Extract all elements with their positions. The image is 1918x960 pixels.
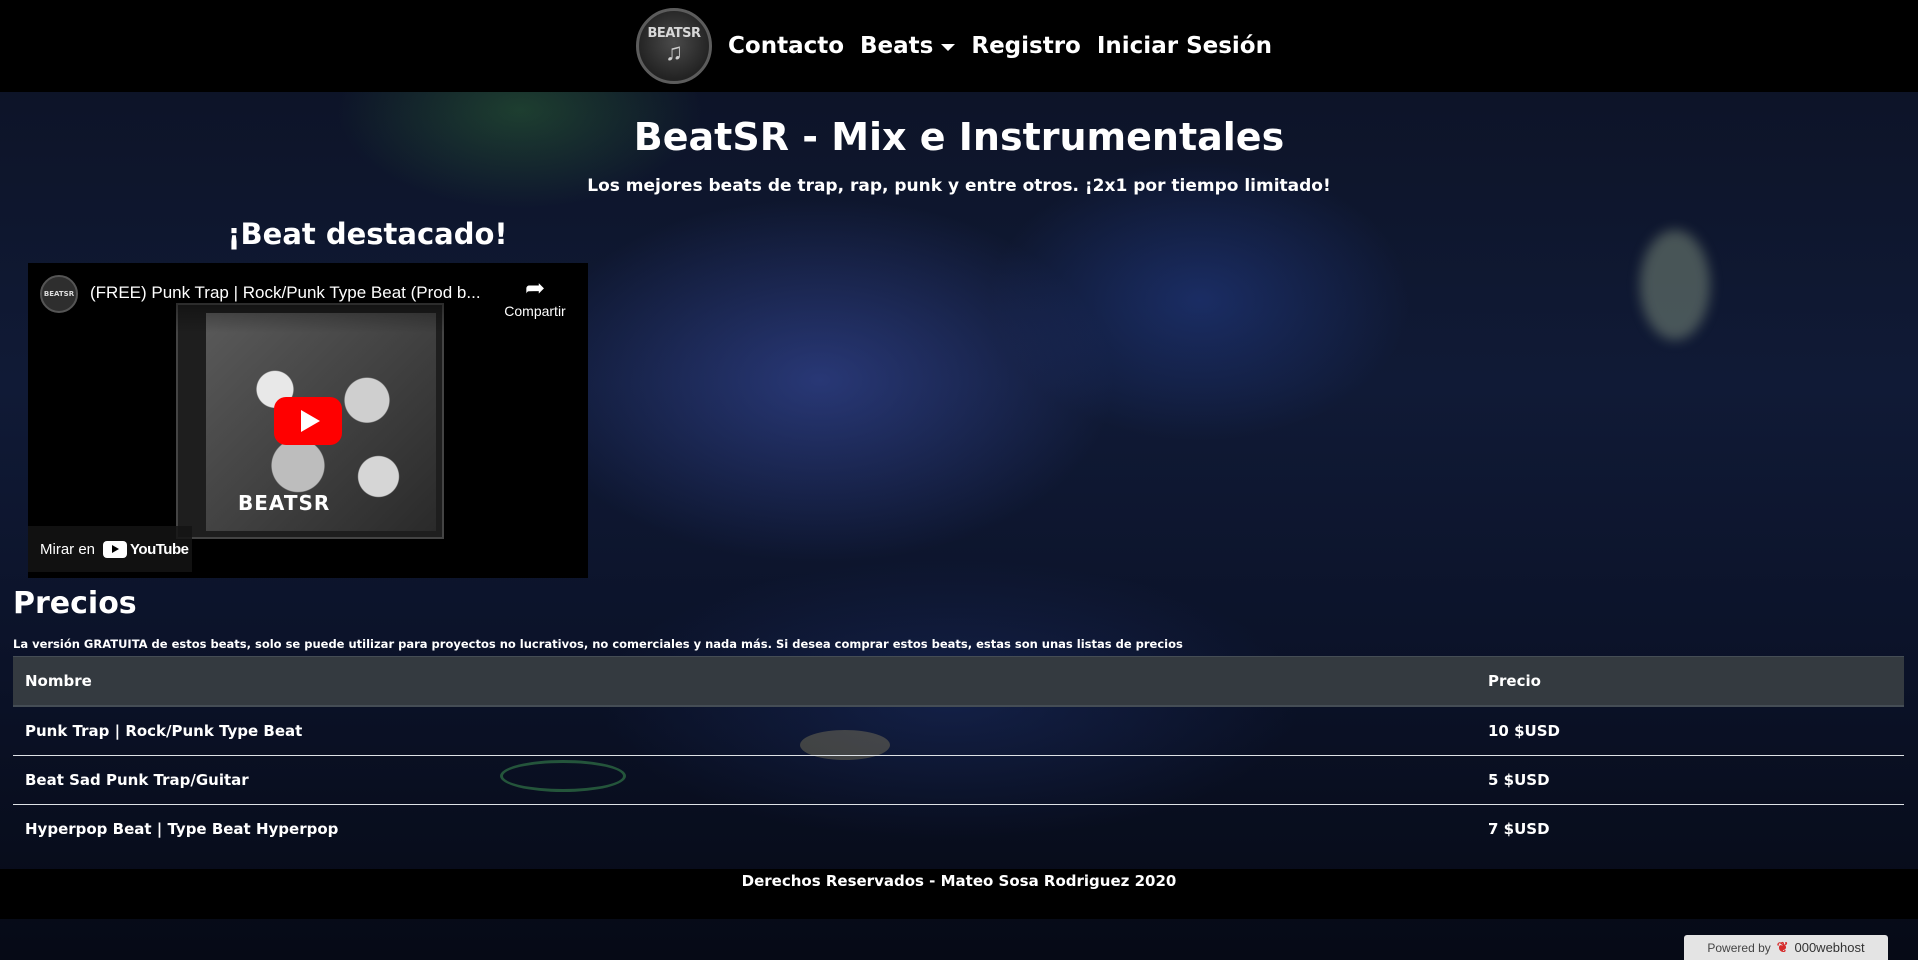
youtube-logo: YouTube [103,540,189,558]
nav-link-beats[interactable]: Beats [860,33,933,59]
nav-link-iniciar-sesion[interactable]: Iniciar Sesión [1097,33,1272,59]
share-arrow-icon: ➦ [524,275,546,302]
background-light-spot [1640,230,1710,340]
powered-by-label: Powered by [1707,940,1771,955]
powered-by-brand: 000webhost [1794,940,1865,955]
navbar-inner: BEATSR ♫ Contacto Beats Registro Iniciar… [636,8,1272,84]
video-title-link[interactable]: (FREE) Punk Trap | Rock/Punk Type Beat (… [90,283,510,303]
featured-beat-title: ¡Beat destacado! [227,217,508,251]
prices-note: La versión GRATUITA de estos beats, solo… [13,637,1183,651]
nav-link-registro[interactable]: Registro [971,33,1081,59]
nav-link-contacto[interactable]: Contacto [728,33,844,59]
nav-dropdown-beats[interactable]: Beats [860,33,956,59]
watch-on-label: Mirar en [40,540,96,558]
channel-avatar[interactable]: BEATSR [40,275,78,313]
play-button[interactable] [274,397,342,445]
share-button[interactable]: ➦ Compartir [500,275,570,319]
footer: Derechos Reservados - Mateo Sosa Rodrigu… [0,869,1918,919]
row-price: 7 $USD [1476,804,1904,853]
row-name: Punk Trap | Rock/Punk Type Beat [25,722,303,740]
youtube-play-icon [103,540,128,558]
caret-down-icon[interactable] [941,43,956,51]
column-header-name: Nombre [13,656,1476,707]
footer-copyright: Derechos Reservados - Mateo Sosa Rodrigu… [741,872,1177,890]
table-row: Punk Trap | Rock/Punk Type Beat 10 $USD [13,706,1904,756]
site-logo[interactable]: BEATSR ♫ [636,8,713,84]
column-header-price: Precio [1476,656,1904,707]
navbar: BEATSR ♫ Contacto Beats Registro Iniciar… [0,0,1918,92]
share-label: Compartir [504,303,566,319]
youtube-wordmark: YouTube [130,540,189,558]
page-subtitle: Los mejores beats de trap, rap, punk y e… [587,176,1331,196]
play-icon [300,410,320,432]
webhost-logo-icon: ❦ [1776,939,1789,955]
page-title: BeatSR - Mix e Instrumentales [633,115,1285,159]
prices-title: Precios [13,586,137,621]
price-table: Nombre Precio Punk Trap | Rock/Punk Type… [13,656,1904,853]
table-header-row: Nombre Precio [13,656,1904,707]
powered-by-badge[interactable]: Powered by ❦ 000webhost [1684,935,1888,960]
table-row: Beat Sad Punk Trap/Guitar 5 $USD [13,755,1904,805]
row-price: 5 $USD [1476,755,1904,805]
table-row: Hyperpop Beat | Type Beat Hyperpop 7 $US… [13,804,1904,853]
row-price: 10 $USD [1488,722,1560,740]
youtube-video-embed[interactable]: BEATSR (FREE) Punk Trap | Rock/Punk Type… [28,263,588,578]
row-name: Beat Sad Punk Trap/Guitar [13,755,1476,805]
watch-on-youtube-button[interactable]: Mirar en YouTube [28,526,192,572]
row-name: Hyperpop Beat | Type Beat Hyperpop [13,804,1476,853]
music-note-icon: ♫ [665,39,684,66]
album-label: BEATSR [238,491,331,515]
